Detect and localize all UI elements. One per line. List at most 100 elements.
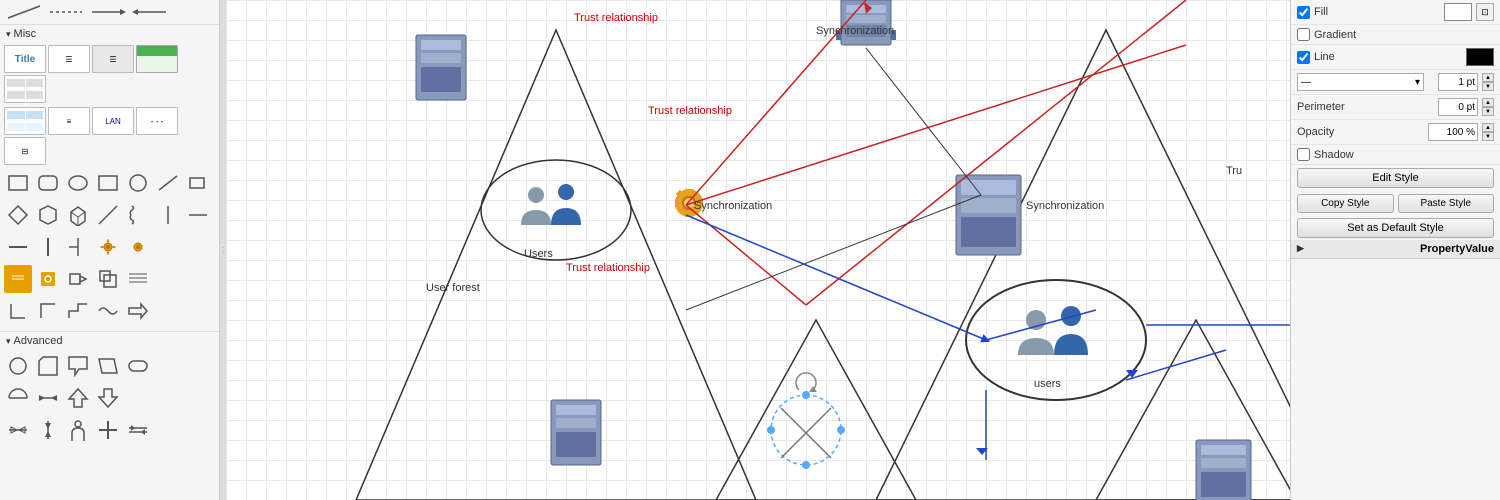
adv-shape-arrow-down[interactable]	[94, 384, 122, 412]
shape-stencil[interactable]	[94, 265, 122, 293]
shadow-checkbox[interactable]	[1297, 148, 1310, 161]
style-tile-title[interactable]: Title	[4, 45, 46, 73]
style-tile-grid2[interactable]	[4, 107, 46, 135]
adv-shape-bidir3[interactable]	[124, 416, 152, 444]
shadow-label: Shadow	[1314, 149, 1494, 161]
adv-shape-callout[interactable]	[64, 352, 92, 380]
shape-rect-small[interactable]	[184, 169, 212, 197]
edit-style-button[interactable]: Edit Style	[1297, 168, 1494, 188]
shape-step[interactable]	[64, 297, 92, 325]
style-tile-list3[interactable]: ≡	[48, 107, 90, 135]
adv-shape-bidir-vert[interactable]	[34, 416, 62, 444]
adv-shape-parallelogram[interactable]	[94, 352, 122, 380]
line-weight-up[interactable]: ▲	[1482, 73, 1494, 82]
shape-curly[interactable]	[124, 201, 152, 229]
perimeter-input[interactable]	[1438, 98, 1478, 116]
opacity-up[interactable]: ▲	[1482, 123, 1494, 132]
shape-multiline[interactable]	[124, 265, 152, 293]
shape-corner-tr[interactable]	[34, 297, 62, 325]
property-col-arrow: ▶	[1297, 243, 1417, 255]
style-tile-grid3[interactable]: ⊟	[4, 137, 46, 165]
fill-style-btn[interactable]: ⊡	[1476, 3, 1494, 21]
opacity-spinners: ▲ ▼	[1482, 123, 1494, 141]
fill-checkbox[interactable]	[1297, 6, 1310, 19]
line-weight-down[interactable]: ▼	[1482, 82, 1494, 91]
line-arrow-right[interactable]	[132, 4, 168, 20]
paste-style-button[interactable]: Paste Style	[1398, 194, 1495, 213]
opacity-input[interactable]	[1428, 123, 1478, 141]
label-sync-3: Synchronization	[1026, 200, 1104, 212]
adv-shapes-row-3	[0, 414, 219, 446]
style-tile-list2[interactable]: ☰	[92, 45, 134, 73]
gradient-checkbox[interactable]	[1297, 28, 1310, 41]
shape-wave[interactable]	[94, 297, 122, 325]
style-tiles-row-2: ≡ LAN - - - ⊟	[0, 105, 219, 167]
adv-shape-stadium[interactable]	[124, 352, 152, 380]
shape-corner-br[interactable]	[4, 297, 32, 325]
adv-shape-circle[interactable]	[4, 352, 32, 380]
shape-minus[interactable]	[4, 233, 32, 261]
label-user-forest: User forest	[426, 282, 480, 294]
edit-style-container: Edit Style	[1291, 165, 1500, 191]
perimeter-row: Perimeter ▲ ▼	[1291, 95, 1500, 120]
line-color-swatch[interactable]	[1466, 48, 1494, 66]
shape-circle[interactable]	[124, 169, 152, 197]
opacity-down[interactable]: ▼	[1482, 132, 1494, 141]
adv-shape-plus[interactable]	[94, 416, 122, 444]
style-tile-grid1[interactable]	[4, 75, 46, 103]
shape-diamond[interactable]	[4, 201, 32, 229]
style-tile-lan[interactable]: LAN	[92, 107, 134, 135]
perimeter-down[interactable]: ▼	[1482, 107, 1494, 116]
advanced-section-header[interactable]: ▾ Advanced	[0, 331, 219, 350]
adv-shape-arrow-up[interactable]	[64, 384, 92, 412]
adv-shape-rect-cut[interactable]	[34, 352, 62, 380]
style-tile-green[interactable]	[136, 45, 178, 73]
shape-vline[interactable]	[34, 233, 62, 261]
shape-gear1[interactable]	[94, 233, 122, 261]
label-tru: Tru	[1226, 165, 1242, 177]
line-checkbox[interactable]	[1297, 51, 1310, 64]
shape-cube[interactable]	[64, 201, 92, 229]
misc-section-header[interactable]: ▾ Misc	[0, 24, 219, 43]
copy-style-button[interactable]: Copy Style	[1297, 194, 1394, 213]
line-weight-input[interactable]	[1438, 73, 1478, 91]
shape-rounded-rect[interactable]	[34, 169, 62, 197]
shape-arrow-right2[interactable]	[124, 297, 152, 325]
perimeter-spinners: ▲ ▼	[1482, 98, 1494, 116]
line-diagonal-1[interactable]	[6, 4, 42, 20]
label-trust-1: Trust relationship	[574, 12, 658, 24]
shape-slash[interactable]	[94, 201, 122, 229]
fill-color-swatch[interactable]	[1444, 3, 1472, 21]
misc-label: Misc	[14, 28, 37, 40]
adv-shape-bidir2[interactable]	[4, 416, 32, 444]
basic-shapes-row-3	[0, 231, 219, 263]
canvas-svg	[226, 0, 1290, 500]
shape-hline[interactable]	[184, 201, 212, 229]
set-default-button[interactable]: Set as Default Style	[1297, 218, 1494, 238]
line-weight-spinners: ▲ ▼	[1482, 73, 1494, 91]
line-style-dropdown[interactable]: —▾	[1297, 73, 1424, 91]
property-table-header: ▶ Property Value	[1291, 240, 1500, 259]
gradient-row: Gradient	[1291, 25, 1500, 45]
shape-line[interactable]	[154, 169, 182, 197]
line-arrow-left[interactable]	[90, 4, 126, 20]
main-canvas[interactable]: Trust relationship Synchronization Trust…	[226, 0, 1290, 500]
shape-rect[interactable]	[4, 169, 32, 197]
shape-gear2[interactable]	[124, 233, 152, 261]
adv-shape-person[interactable]	[64, 416, 92, 444]
value-col-label: Value	[1465, 243, 1494, 255]
shape-rect2[interactable]	[94, 169, 122, 197]
shape-bracket[interactable]	[154, 201, 182, 229]
shape-document[interactable]	[4, 265, 32, 293]
adv-shape-half-circle[interactable]	[4, 384, 32, 412]
adv-shape-bidir[interactable]	[34, 384, 62, 412]
shape-ellipse[interactable]	[64, 169, 92, 197]
style-tile-dash[interactable]: - - -	[136, 107, 178, 135]
shape-tshape[interactable]	[64, 233, 92, 261]
shape-hexagon[interactable]	[34, 201, 62, 229]
style-tile-list1[interactable]: ☰	[48, 45, 90, 73]
shape-process[interactable]	[64, 265, 92, 293]
perimeter-up[interactable]: ▲	[1482, 98, 1494, 107]
shape-database[interactable]	[34, 265, 62, 293]
line-dashed[interactable]	[48, 4, 84, 20]
